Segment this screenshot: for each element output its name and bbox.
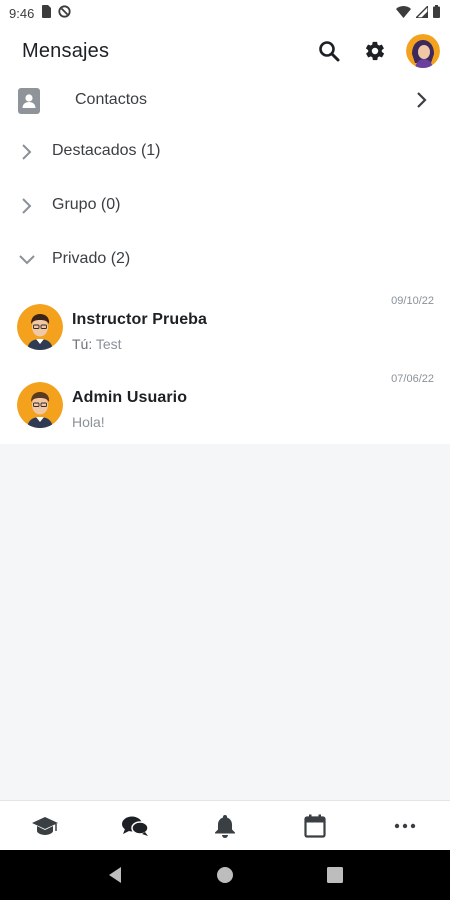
- preview-text: Hola!: [72, 414, 105, 430]
- section-label: Destacados (1): [52, 142, 161, 159]
- contacts-label: Contactos: [75, 91, 148, 108]
- chevron-right-icon: [22, 198, 32, 214]
- search-icon: [319, 41, 340, 62]
- section-starred[interactable]: Destacados (1): [0, 132, 450, 172]
- more-icon: [394, 823, 416, 828]
- settings-button[interactable]: [360, 36, 390, 66]
- search-button[interactable]: [314, 36, 344, 66]
- page-title: Mensajes: [22, 39, 110, 62]
- contacts-row[interactable]: Contactos: [0, 76, 450, 124]
- chevron-right-icon: [417, 92, 427, 108]
- avatar: [17, 304, 63, 350]
- signal-icon: [414, 3, 429, 21]
- nav-more[interactable]: [375, 801, 435, 851]
- nav-messages[interactable]: [105, 801, 165, 851]
- system-nav-bar: [0, 850, 450, 900]
- preview-text: Test: [95, 336, 122, 352]
- user-avatar-image: [406, 34, 440, 68]
- chevron-down-icon: [19, 255, 35, 265]
- graduation-cap-icon: [32, 816, 58, 835]
- recents-button[interactable]: [315, 855, 355, 895]
- section-label: Privado (2): [52, 250, 131, 267]
- conversation-item[interactable]: Admin Usuario Hola! 07/06/22: [0, 373, 450, 456]
- user-avatar[interactable]: [406, 34, 440, 68]
- conversation-preview: Hola!: [72, 414, 105, 430]
- app-header: Mensajes: [0, 26, 450, 76]
- contacts-book-icon: [18, 88, 40, 114]
- conversation-preview: Tú: Test: [72, 336, 122, 352]
- calendar-icon: [304, 814, 326, 838]
- nav-notifications[interactable]: [195, 801, 255, 851]
- bell-icon: [215, 814, 235, 838]
- battery-icon: [433, 5, 440, 21]
- wifi-icon: [396, 5, 411, 21]
- section-private[interactable]: Privado (2): [0, 240, 450, 280]
- nav-courses[interactable]: [15, 801, 75, 851]
- section-group[interactable]: Grupo (0): [0, 186, 450, 226]
- chat-bubbles-icon: [122, 816, 149, 836]
- section-label: Grupo (0): [52, 196, 121, 213]
- recents-square-icon: [327, 867, 343, 883]
- conversation-name: Instructor Prueba: [72, 311, 208, 328]
- status-time: 9:46: [9, 5, 35, 21]
- nav-calendar[interactable]: [285, 801, 345, 851]
- conversation-item[interactable]: Instructor Prueba Tú: Test 09/10/22: [0, 295, 450, 378]
- admin-avatar-image: [17, 382, 63, 428]
- back-triangle-icon: [109, 867, 121, 883]
- conversation-date: 07/06/22: [391, 373, 434, 385]
- back-button[interactable]: [95, 855, 135, 895]
- gear-icon: [365, 41, 385, 61]
- chevron-right-icon: [22, 144, 32, 160]
- header-actions: [314, 34, 440, 68]
- app-screen: 9:46 Mensajes Contactos Destacados (1) G…: [0, 0, 450, 900]
- you-prefix: Tú:: [72, 336, 93, 352]
- status-bar: 9:46: [0, 0, 450, 26]
- messages-list: Contactos Destacados (1) Grupo (0) Priva…: [0, 76, 450, 444]
- data-saver-icon: [58, 5, 71, 21]
- sim-card-icon: [41, 5, 52, 21]
- instructor-avatar-image: [17, 304, 63, 350]
- conversation-name: Admin Usuario: [72, 389, 188, 406]
- avatar: [17, 382, 63, 428]
- home-circle-icon: [217, 867, 233, 883]
- conversation-date: 09/10/22: [391, 295, 434, 307]
- home-button[interactable]: [205, 855, 245, 895]
- bottom-nav: [0, 800, 450, 850]
